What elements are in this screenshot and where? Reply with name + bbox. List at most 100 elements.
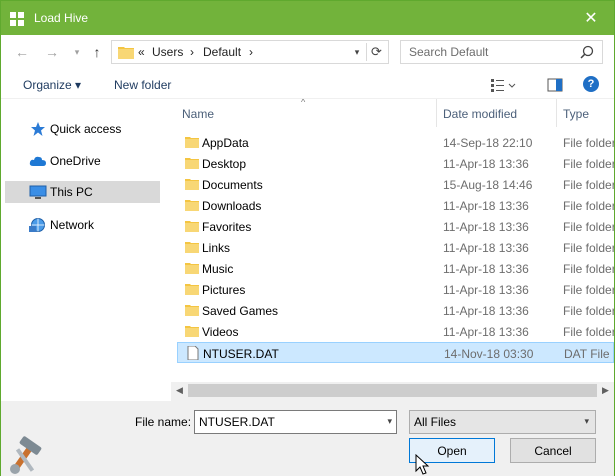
sidebar-item-quick-access[interactable]: Quick access <box>5 118 160 140</box>
view-options-icon[interactable] <box>490 77 518 93</box>
file-type: File folder <box>563 220 614 234</box>
close-button[interactable]: ✕ <box>568 1 614 35</box>
table-row[interactable]: Music 11-Apr-18 13:36 File folder <box>177 258 614 279</box>
table-row[interactable]: Videos 11-Apr-18 13:36 File folder <box>177 321 614 342</box>
file-type: File folder <box>563 325 614 339</box>
file-name-input[interactable]: NTUSER.DAT ▾ <box>194 410 397 434</box>
file-date: 14-Sep-18 22:10 <box>443 136 533 150</box>
file-type: File folder <box>563 241 614 255</box>
back-button[interactable]: ← <box>13 43 31 61</box>
load-hive-dialog: Load Hive ✕ ← → ▾ ↑ « Users › Default › … <box>0 0 615 476</box>
file-type: File folder <box>563 262 614 276</box>
table-row[interactable]: NTUSER.DAT 14-Nov-18 03:30 DAT File <box>177 342 614 363</box>
column-header-date[interactable]: Date modified <box>443 107 517 121</box>
table-row[interactable]: Links 11-Apr-18 13:36 File folder <box>177 237 614 258</box>
file-name: Links <box>202 241 231 255</box>
folder-icon <box>185 326 199 337</box>
address-dropdown-button[interactable]: ▾ <box>350 44 364 60</box>
search-box[interactable]: Search Default <box>400 40 603 64</box>
file-name: Desktop <box>202 157 247 171</box>
chevron-down-icon[interactable]: ▾ <box>387 416 392 427</box>
table-row[interactable]: Downloads 11-Apr-18 13:36 File folder <box>177 195 614 216</box>
chevron-right-icon: ▶ <box>602 385 609 395</box>
scroll-left-button[interactable]: ◀ <box>171 382 188 399</box>
address-bar[interactable]: « Users › Default › ▾ ⟳ <box>111 40 389 64</box>
folder-icon <box>185 221 199 232</box>
dialog-footer: File name: NTUSER.DAT ▾ All Files ▾ Open… <box>1 401 614 476</box>
sidebar-item-network[interactable]: Network <box>5 214 160 236</box>
arrow-right-icon: → <box>45 44 59 60</box>
navigation-bar: ← → ▾ ↑ « Users › Default › ▾ ⟳ Search D… <box>1 35 614 69</box>
breadcrumb-overflow[interactable]: « <box>138 45 145 59</box>
sidebar-item-label: Network <box>50 218 95 232</box>
file-type: File folder <box>563 199 614 213</box>
registry-icon <box>10 12 24 26</box>
table-row[interactable]: AppData 14-Sep-18 22:10 File folder <box>177 132 614 153</box>
refresh-button[interactable]: ⟳ <box>366 43 386 61</box>
file-name: Saved Games <box>202 304 279 318</box>
scroll-right-button[interactable]: ▶ <box>597 382 614 399</box>
column-divider[interactable] <box>436 99 437 127</box>
file-name: Videos <box>202 325 239 339</box>
file-name: Pictures <box>202 283 246 297</box>
folder-icon <box>118 47 134 59</box>
file-type-select[interactable]: All Files ▾ <box>409 410 596 434</box>
preview-pane-icon[interactable] <box>547 77 563 93</box>
breadcrumb-separator: › <box>249 45 253 59</box>
recent-locations-button[interactable]: ▾ <box>68 43 86 61</box>
column-header-type[interactable]: Type <box>563 107 589 121</box>
scrollbar-thumb[interactable] <box>188 384 597 397</box>
table-row[interactable]: Desktop 11-Apr-18 13:36 File folder <box>177 153 614 174</box>
file-date: 11-Apr-18 13:36 <box>443 325 529 339</box>
file-type: File folder <box>563 304 614 318</box>
file-name: Favorites <box>202 220 252 234</box>
table-row[interactable]: Saved Games 11-Apr-18 13:36 File folder <box>177 300 614 321</box>
table-row[interactable]: Pictures 11-Apr-18 13:36 File folder <box>177 279 614 300</box>
file-date: 14-Nov-18 03:30 <box>444 347 534 361</box>
breadcrumb-users[interactable]: Users <box>152 45 183 59</box>
hammer-wrench-logo-icon <box>10 436 42 474</box>
column-header-name[interactable]: Name <box>182 107 214 121</box>
mouse-cursor-icon <box>415 454 430 475</box>
search-input[interactable]: Search Default <box>409 45 488 59</box>
search-icon <box>580 45 594 59</box>
file-date: 11-Apr-18 13:36 <box>443 283 529 297</box>
new-folder-button[interactable]: New folder <box>114 78 171 92</box>
forward-button[interactable]: → <box>43 43 61 61</box>
breadcrumb-default[interactable]: Default <box>203 45 241 59</box>
folder-icon <box>185 200 199 211</box>
horizontal-scrollbar[interactable]: ◀ ▶ <box>171 382 614 401</box>
breadcrumb-separator: › <box>190 45 194 59</box>
sidebar-item-label: Quick access <box>50 122 122 136</box>
column-headers: ^ Name Date modified Type <box>177 99 614 127</box>
up-button[interactable]: ↑ <box>88 43 106 61</box>
file-type: File folder <box>563 136 614 150</box>
window-title: Load Hive <box>34 11 89 25</box>
file-date: 11-Apr-18 13:36 <box>443 220 529 234</box>
file-date: 11-Apr-18 13:36 <box>443 241 529 255</box>
cloud-icon <box>29 156 46 166</box>
chevron-down-icon: ▾ <box>354 46 360 57</box>
chevron-down-icon: ▾ <box>74 46 80 57</box>
arrow-left-icon: ← <box>15 44 29 60</box>
organize-button[interactable]: Organize ▾ <box>23 78 81 92</box>
chevron-left-icon: ◀ <box>176 385 183 395</box>
cancel-button[interactable]: Cancel <box>510 438 596 463</box>
file-name: AppData <box>202 136 249 150</box>
file-date: 11-Apr-18 13:36 <box>443 262 529 276</box>
file-type: DAT File <box>564 347 610 361</box>
sidebar-item-this-pc[interactable]: This PC <box>5 181 160 203</box>
file-type: File folder <box>563 178 614 192</box>
folder-icon <box>185 284 199 295</box>
file-name: Music <box>202 262 234 276</box>
table-row[interactable]: Documents 15-Aug-18 14:46 File folder <box>177 174 614 195</box>
file-list: ^ Name Date modified Type AppData 14-Sep-… <box>177 99 614 401</box>
sidebar-item-onedrive[interactable]: OneDrive <box>5 150 160 172</box>
command-bar: Organize ▾ New folder ? <box>1 69 614 99</box>
table-row[interactable]: Favorites 11-Apr-18 13:36 File folder <box>177 216 614 237</box>
monitor-icon <box>29 185 47 199</box>
help-button[interactable]: ? <box>583 76 599 92</box>
sidebar-item-label: This PC <box>50 185 93 199</box>
sidebar-item-label: OneDrive <box>50 154 101 168</box>
column-divider[interactable] <box>556 99 557 127</box>
